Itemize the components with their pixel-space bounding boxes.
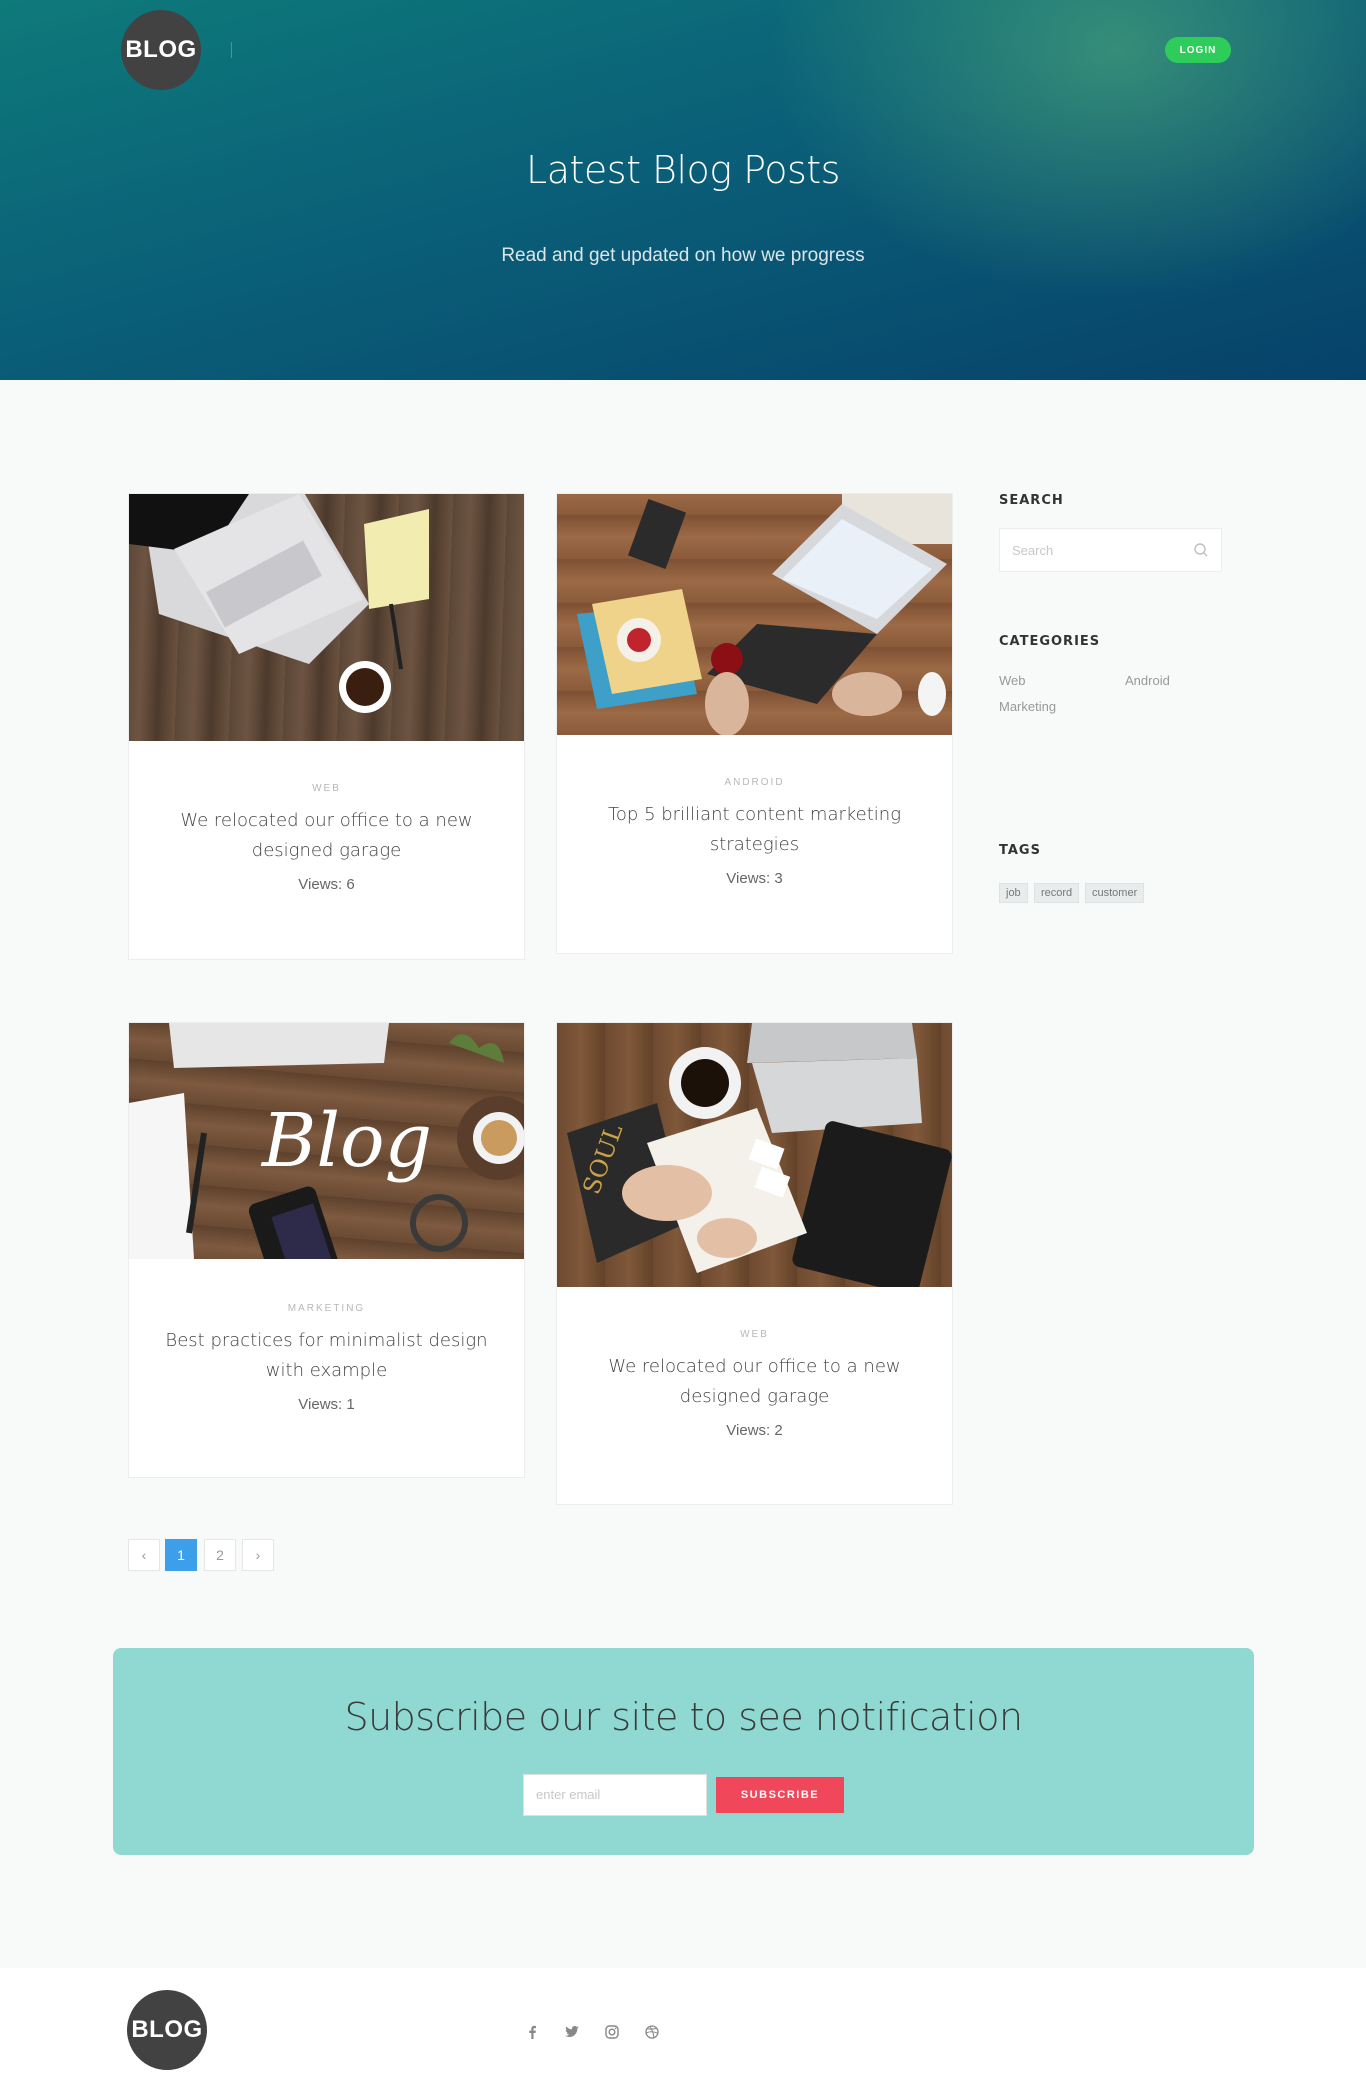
laptop-desk-blog-image [577,494,952,735]
post-image[interactable] [557,494,952,735]
post-title[interactable]: Best practices for minimalist design wit… [129,1326,524,1386]
pagination-next[interactable]: › [242,1539,274,1571]
post-card[interactable]: WEB We relocated our office to a new des… [128,493,525,960]
hero-header: BLOG LOGIN Latest Blog Posts Read and ge… [0,0,1366,380]
post-card[interactable]: Blog MARKETING Best practices for minima… [128,1022,525,1478]
post-image[interactable]: SOUL [557,1023,952,1287]
site-logo[interactable]: BLOG [121,10,201,90]
post-title[interactable]: Top 5 brilliant content marketing strate… [557,800,952,860]
search-placeholder: Search [1012,543,1054,558]
post-card[interactable]: SOUL WEB We relocated our office to a ne… [556,1022,953,1505]
category-link-web[interactable]: Web [999,673,1026,688]
tags-heading: TAGS [999,843,1041,858]
header-divider [231,42,232,58]
post-category[interactable]: MARKETING [129,1303,524,1314]
tag-customer[interactable]: customer [1085,883,1145,903]
page-title: Latest Blog Posts [526,148,840,192]
category-link-android[interactable]: Android [1125,673,1170,688]
svg-text:Blog: Blog [260,1098,432,1184]
search-input[interactable]: Search [999,528,1222,572]
facebook-icon[interactable] [522,2022,542,2042]
laptop-notepad-coffee-image [129,494,429,713]
subscribe-email-field[interactable]: enter email [523,1774,707,1816]
desk-notebook-tablet-image: SOUL [567,1023,952,1287]
footer-logo[interactable]: BLOG [127,1990,207,2070]
post-views: Views: 2 [726,1422,783,1439]
post-category[interactable]: WEB [129,783,524,794]
tag-job[interactable]: job [999,883,1028,903]
tag-record[interactable]: record [1034,883,1080,903]
blog-lettering-desk-image: Blog [129,1023,524,1259]
subscribe-button[interactable]: SUBSCRIBE [716,1777,844,1813]
post-title[interactable]: We relocated our office to a new designe… [129,806,524,866]
login-button[interactable]: LOGIN [1165,37,1231,63]
pagination-page-1[interactable]: 1 [165,1539,197,1571]
post-category[interactable]: ANDROID [557,777,952,788]
subscribe-section: Subscribe our site to see notification e… [113,1648,1254,1855]
pagination-page-2[interactable]: 2 [204,1539,236,1571]
search-icon[interactable] [1193,542,1209,558]
post-views: Views: 6 [298,876,355,893]
instagram-icon[interactable] [602,2022,622,2042]
categories-heading: CATEGORIES [999,634,1101,649]
page-subtitle: Read and get updated on how we progress [501,245,865,266]
category-link-marketing[interactable]: Marketing [999,699,1056,714]
dribbble-icon[interactable] [642,2022,662,2042]
twitter-icon[interactable] [562,2022,582,2042]
post-category[interactable]: WEB [557,1329,952,1340]
post-card[interactable]: ANDROID Top 5 brilliant content marketin… [556,493,953,954]
subscribe-heading: Subscribe our site to see notification [344,1695,1023,1739]
post-title[interactable]: We relocated our office to a new designe… [557,1352,952,1412]
post-views: Views: 1 [298,1396,355,1413]
post-image[interactable] [129,494,524,741]
post-image[interactable]: Blog [129,1023,524,1259]
search-heading: SEARCH [999,493,1064,508]
post-views: Views: 3 [726,870,783,887]
footer: BLOG [0,1968,1366,2087]
pagination-prev[interactable]: ‹ [128,1539,160,1571]
